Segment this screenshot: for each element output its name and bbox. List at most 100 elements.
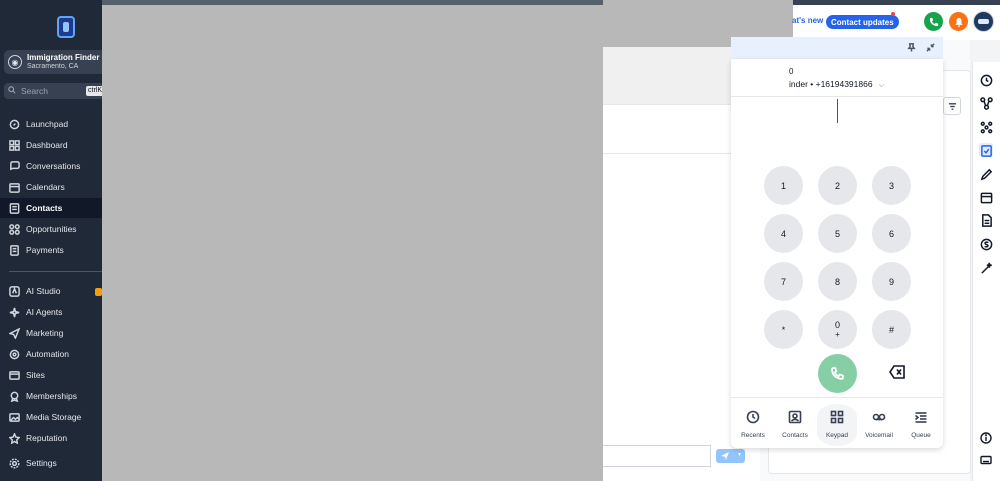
key-2[interactable]: 2 <box>818 166 857 205</box>
key-5[interactable]: 5 <box>818 214 857 253</box>
sidebar-item-launchpad[interactable]: Launchpad <box>0 114 102 134</box>
dialer-header <box>731 37 943 59</box>
backspace-button[interactable] <box>889 365 905 379</box>
search-icon <box>8 86 16 96</box>
new-badge <box>95 288 102 296</box>
dollar-icon[interactable] <box>979 237 993 251</box>
pen-icon[interactable] <box>979 167 993 181</box>
sidebar-item-label: Sites <box>26 370 45 380</box>
opportunities-icon <box>9 223 20 235</box>
key-star[interactable]: * <box>764 310 803 349</box>
key-6[interactable]: 6 <box>872 214 911 253</box>
tab-recents[interactable]: Recents <box>733 404 773 446</box>
sidebar-item-label: Launchpad <box>26 119 69 129</box>
sidebar-item-label: AI Studio <box>26 286 61 296</box>
tab-label: Keypad <box>825 432 849 439</box>
filter-icon <box>948 102 956 110</box>
account-switcher[interactable]: ◉ Immigration Finder Sacramento, CA <box>4 50 102 74</box>
message-input[interactable] <box>603 445 711 467</box>
sidebar-item-ai-studio[interactable]: AI Studio <box>0 281 102 301</box>
caller-id-label: inder • +16194391866 <box>789 79 873 89</box>
number-input[interactable] <box>837 99 838 123</box>
sidebar-item-contacts[interactable]: Contacts <box>0 198 102 218</box>
sidebar-item-memberships[interactable]: Memberships <box>0 386 102 406</box>
sidebar-item-label: Settings <box>26 458 57 468</box>
sidebar-item-automation[interactable]: Automation <box>0 344 102 364</box>
sidebar-item-label: Payments <box>26 245 64 255</box>
phone-icon <box>831 367 844 380</box>
sidebar-item-sites[interactable]: Sites <box>0 365 102 385</box>
key-8[interactable]: 8 <box>818 262 857 301</box>
notification-dot <box>891 12 895 16</box>
call-button[interactable] <box>818 354 857 393</box>
whats-new-link[interactable]: at's new <box>792 16 823 25</box>
send-button[interactable]: ▾ <box>716 449 745 463</box>
document-icon[interactable] <box>979 213 993 227</box>
keyboard-icon[interactable] <box>979 453 993 467</box>
key-1[interactable]: 1 <box>764 166 803 205</box>
search-shortcut: ctrlK <box>86 86 102 96</box>
avatar[interactable] <box>973 11 994 32</box>
workflow-icon[interactable] <box>979 96 993 110</box>
bell-icon <box>954 17 963 27</box>
modal-overlay[interactable] <box>102 0 603 481</box>
search-input[interactable]: Search ctrlK <box>4 83 102 99</box>
sidebar-item-label: Calendars <box>26 182 65 192</box>
app-logo[interactable] <box>57 16 75 38</box>
pin-icon[interactable] <box>907 43 916 52</box>
sidebar-item-marketing[interactable]: Marketing <box>0 323 102 343</box>
key-hash[interactable]: # <box>872 310 911 349</box>
payments-icon <box>9 244 20 256</box>
apps-icon[interactable] <box>979 120 993 134</box>
sidebar-item-payments[interactable]: Payments <box>0 240 102 260</box>
magic-wand-icon[interactable] <box>979 261 993 275</box>
sidebar-item-calendars[interactable]: Calendars <box>0 177 102 197</box>
calendar-icon[interactable] <box>979 190 993 204</box>
info-icon[interactable] <box>979 431 993 445</box>
collapse-icon[interactable] <box>926 43 935 52</box>
sidebar-item-label: Media Storage <box>26 412 82 422</box>
media-icon <box>9 412 20 423</box>
queue-icon <box>915 412 927 423</box>
sparkle-icon <box>9 307 20 318</box>
phone-icon <box>929 17 938 26</box>
chevron-down-icon: ⌵ <box>878 82 885 89</box>
history-icon[interactable] <box>979 73 993 87</box>
sidebar-item-ai-agents[interactable]: AI Agents <box>0 302 102 322</box>
filter-button[interactable] <box>943 97 961 115</box>
key-0[interactable]: 0 + <box>818 310 857 349</box>
key-3[interactable]: 3 <box>872 166 911 205</box>
sidebar-item-label: Memberships <box>26 391 78 401</box>
tab-label: Queue <box>911 432 931 439</box>
sidebar-item-dashboard[interactable]: Dashboard <box>0 135 102 155</box>
sidebar-item-opportunities[interactable]: Opportunities <box>0 219 102 239</box>
phone-button[interactable] <box>924 12 943 31</box>
sidebar-item-label: Dashboard <box>26 140 68 150</box>
notifications-button[interactable] <box>949 12 968 31</box>
tasks-icon[interactable] <box>979 143 993 157</box>
account-location: Sacramento, CA <box>27 63 79 70</box>
voicemail-icon <box>872 413 886 421</box>
automation-icon <box>9 349 20 360</box>
location-pin-icon: ◉ <box>8 55 22 69</box>
contact-updates-button[interactable]: Contact updates <box>826 15 899 29</box>
tab-voicemail[interactable]: Voicemail <box>859 404 899 446</box>
search-placeholder: Search <box>21 86 48 96</box>
caller-id-select[interactable]: inder • +16194391866 ⌵ <box>789 79 884 90</box>
keypad-icon <box>830 410 844 424</box>
chevron-down-icon: ▾ <box>737 452 741 458</box>
sidebar-item-conversations[interactable]: Conversations <box>0 156 102 176</box>
clock-icon <box>746 410 760 424</box>
sidebar-item-reputation[interactable]: Reputation <box>0 428 102 448</box>
key-9[interactable]: 9 <box>872 262 911 301</box>
tab-contacts[interactable]: Contacts <box>775 404 815 446</box>
sidebar-item-settings[interactable]: Settings <box>0 453 102 473</box>
sidebar-item-media-storage[interactable]: Media Storage <box>0 407 102 427</box>
tab-queue[interactable]: Queue <box>901 404 941 446</box>
contact-card-icon <box>788 410 802 424</box>
tab-keypad[interactable]: Keypad <box>817 404 857 446</box>
key-7[interactable]: 7 <box>764 262 803 301</box>
sidebar-divider <box>9 271 102 272</box>
key-4[interactable]: 4 <box>764 214 803 253</box>
sidebar-item-label: Opportunities <box>26 224 77 234</box>
